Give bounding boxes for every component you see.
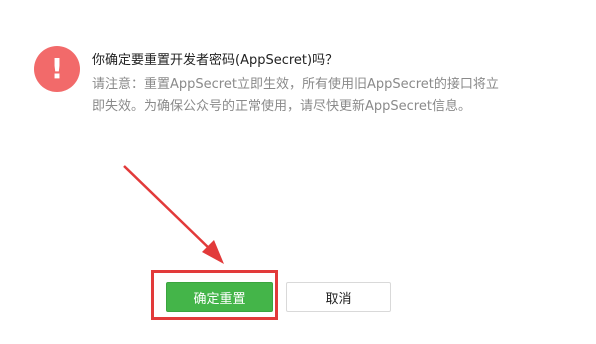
dialog-description-line-1: 请注意：重置AppSecret立即生效，所有使用旧AppSecret的接口将立: [92, 77, 499, 92]
warning-icon: !: [34, 46, 80, 92]
warning-glyph: !: [50, 52, 64, 85]
dialog-message: 你确定要重置开发者密码(AppSecret)吗？ 请注意：重置AppSecret…: [92, 52, 532, 118]
reset-appsecret-dialog: ! 你确定要重置开发者密码(AppSecret)吗？ 请注意：重置AppSecr…: [0, 0, 596, 344]
dialog-description: 请注意：重置AppSecret立即生效，所有使用旧AppSecret的接口将立 …: [92, 74, 532, 118]
arrow-head: [202, 240, 224, 264]
dialog-title: 你确定要重置开发者密码(AppSecret)吗？: [92, 53, 339, 68]
confirm-reset-label: 确定重置: [193, 291, 246, 307]
arrow-shaft: [123, 165, 214, 253]
cancel-button[interactable]: 取消: [286, 282, 391, 312]
confirm-reset-button[interactable]: 确定重置: [166, 282, 273, 312]
dialog-description-line-2: 即失效。为确保公众号的正常使用，请尽快更新AppSecret信息。: [92, 99, 471, 114]
cancel-label: 取消: [325, 291, 352, 307]
